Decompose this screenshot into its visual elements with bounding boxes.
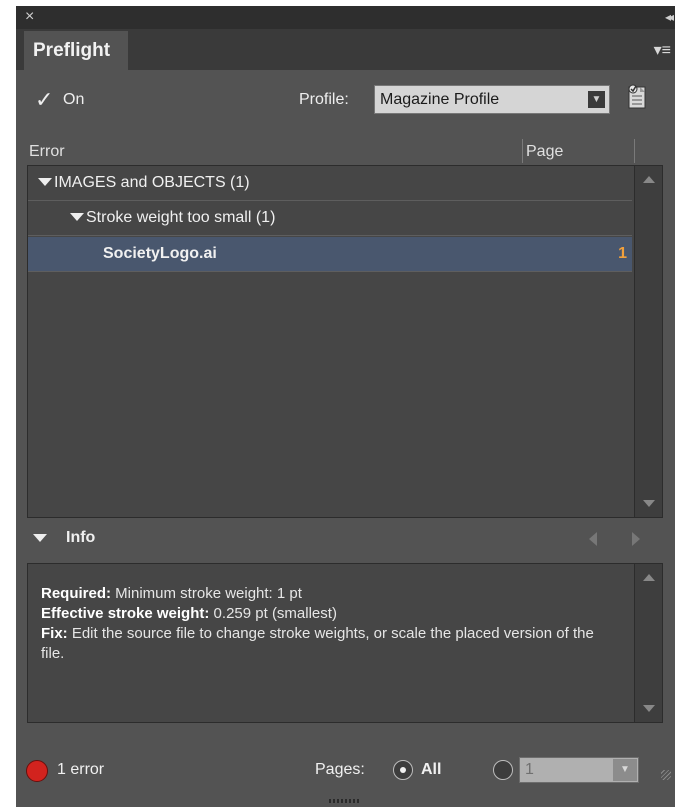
column-page[interactable]: Page <box>526 143 563 161</box>
error-column-header: Error Page <box>16 139 675 165</box>
error-item-label: SocietyLogo.ai <box>103 245 217 262</box>
profile-dropdown[interactable]: Magazine Profile ▼ <box>374 85 610 114</box>
scroll-down-icon[interactable] <box>643 705 655 712</box>
column-divider <box>522 139 523 163</box>
error-list: IMAGES and OBJECTS (1) Stroke weight too… <box>27 165 663 518</box>
info-content: Required: Minimum stroke weight: 1 pt Ef… <box>41 584 611 664</box>
error-item-row[interactable]: SocietyLogo.ai 1 <box>28 237 632 272</box>
on-label: On <box>63 91 85 108</box>
info-box: Required: Minimum stroke weight: 1 pt Ef… <box>27 563 663 723</box>
error-status-icon <box>26 760 48 782</box>
error-subgroup-row[interactable]: Stroke weight too small (1) <box>28 201 632 236</box>
info-section-header: Info <box>16 521 675 555</box>
error-subgroup-label: Stroke weight too small (1) <box>86 209 276 226</box>
define-profiles-icon[interactable] <box>621 81 653 113</box>
column-error[interactable]: Error <box>29 143 65 161</box>
profile-label: Profile: <box>299 91 349 108</box>
expand-triangle-icon[interactable] <box>70 213 84 221</box>
resize-grip-icon[interactable] <box>661 770 671 780</box>
preflight-controls: ✓ On Profile: Magazine Profile ▼ <box>16 76 675 122</box>
collapse-icon[interactable]: ◂◂ <box>665 8 674 26</box>
panel-title-bar: × ◂◂ <box>16 6 675 29</box>
chevron-down-icon[interactable]: ▼ <box>588 91 605 108</box>
scroll-up-icon[interactable] <box>643 574 655 581</box>
page-range-value: 1 <box>525 761 534 778</box>
expand-triangle-icon[interactable] <box>33 534 47 542</box>
scroll-down-icon[interactable] <box>643 500 655 507</box>
status-bar: 1 error Pages: All 1 ▼ <box>16 744 675 794</box>
page-range-field[interactable]: 1 ▼ <box>519 757 639 783</box>
error-group-label: IMAGES and OBJECTS (1) <box>54 174 250 191</box>
pages-label: Pages: <box>315 761 365 778</box>
panel-menu-icon[interactable]: ▾≡ <box>654 40 671 60</box>
fix-label: Fix: <box>41 625 68 642</box>
pages-range-radio[interactable] <box>493 760 513 780</box>
pages-all-radio[interactable] <box>393 760 413 780</box>
effective-label: Effective stroke weight: <box>41 605 210 622</box>
scroll-up-icon[interactable] <box>643 176 655 183</box>
tab-preflight[interactable]: Preflight <box>24 31 128 70</box>
error-count[interactable]: 1 error <box>57 761 104 779</box>
next-arrow-icon[interactable] <box>632 532 640 546</box>
profile-value: Magazine Profile <box>380 91 500 108</box>
close-icon[interactable]: × <box>25 7 34 27</box>
pages-all-label: All <box>421 761 442 778</box>
expand-triangle-icon[interactable] <box>38 178 52 186</box>
info-label[interactable]: Info <box>66 529 95 547</box>
error-group-row[interactable]: IMAGES and OBJECTS (1) <box>28 166 632 201</box>
column-divider <box>634 139 635 163</box>
effective-value: 0.259 pt (smallest) <box>209 605 337 622</box>
fix-value: Edit the source file to change stroke we… <box>41 625 594 662</box>
panel-tab-row: Preflight ▾≡ <box>16 29 675 70</box>
error-item-page[interactable]: 1 <box>618 245 627 263</box>
error-list-scrollbar[interactable] <box>634 166 662 517</box>
preflight-panel: × ◂◂ Preflight ▾≡ ✓ On Profile: Magazine… <box>16 6 675 807</box>
on-checkbox[interactable]: ✓ <box>35 89 53 111</box>
required-value: Minimum stroke weight: 1 pt <box>111 585 302 602</box>
info-scrollbar[interactable] <box>634 564 662 722</box>
panel-drag-handle[interactable] <box>329 799 359 803</box>
chevron-down-icon[interactable]: ▼ <box>613 759 637 781</box>
required-label: Required: <box>41 585 112 602</box>
previous-arrow-icon[interactable] <box>589 532 597 546</box>
